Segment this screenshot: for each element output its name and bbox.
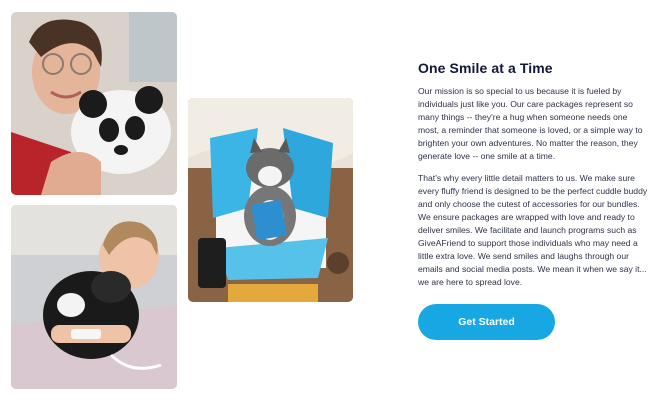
mission-paragraph-1: Our mission is so special to us because … (418, 86, 643, 161)
photo-husky-plush-in-gift-box (188, 98, 353, 302)
photo-woman-with-panda-plush (11, 12, 177, 195)
mission-section: One Smile at a Time Our mission is so sp… (418, 60, 650, 298)
section-title: One Smile at a Time (418, 60, 553, 76)
get-started-button[interactable]: Get Started (418, 304, 555, 340)
mission-paragraph-2: That's why every little detail matters t… (418, 173, 648, 287)
photo-child-hugging-panda-plush (11, 205, 177, 389)
